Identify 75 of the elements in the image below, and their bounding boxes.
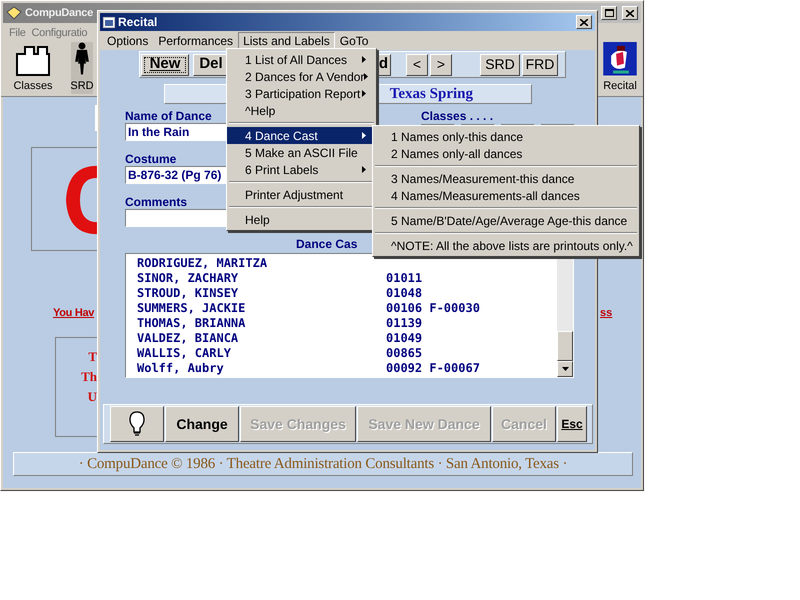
- menu-item[interactable]: 3 Names/Measurement-this dance: [373, 170, 639, 187]
- menu-item[interactable]: 5 Name/B'Date/Age/Average Age-this dance: [373, 212, 639, 229]
- close-button[interactable]: [576, 15, 592, 29]
- cast-number: 00092 F-00067: [386, 360, 480, 376]
- cast-name: SUMMERS, JACKIE: [137, 300, 246, 316]
- dancer-picture-icon: [603, 42, 637, 76]
- toolbar-button[interactable]: SRD: [480, 54, 520, 76]
- cast-name: Wolff, Aubry: [137, 360, 225, 376]
- app-icon: [6, 6, 22, 20]
- toolbar-button[interactable]: Del: [193, 54, 229, 76]
- submenu-arrow-icon: [362, 90, 366, 97]
- field-label: Comments: [125, 195, 188, 209]
- folder-icon: [16, 46, 50, 76]
- submenu-arrow-icon: [362, 132, 366, 139]
- info-text: T: [88, 349, 97, 365]
- info-text: U: [88, 389, 97, 405]
- field-label: Costume: [125, 152, 176, 166]
- footer-text: · CompuDance © 1986 · Theatre Administration Consultants · San Antonio, Texas ·: [78, 454, 568, 474]
- cast-number: 01011: [386, 270, 422, 286]
- scroll-down-icon[interactable]: [562, 367, 568, 371]
- notice-text: You Hav: [53, 306, 94, 321]
- close-icon: [580, 18, 588, 26]
- cast-name: RODRIGUEZ, MARITZA: [137, 254, 268, 272]
- cast-name: WALLIS, CARLY: [137, 344, 232, 362]
- toolbar-button[interactable]: FRD: [522, 54, 558, 76]
- toolbar-button[interactable]: SRD: [71, 42, 93, 94]
- toolbar-button[interactable]: Recital: [601, 42, 639, 94]
- menu-item[interactable]: 2 Dances for A Vendor: [227, 68, 376, 85]
- menu-item[interactable]: 3 Participation Report: [227, 85, 376, 102]
- menu-item[interactable]: 5 Make an ASCII File: [227, 144, 376, 161]
- menu-item[interactable]: ^NOTE: All the above lists are printouts only.^: [373, 237, 639, 254]
- menu-item[interactable]: 4 Names/Measurements-all dances: [373, 187, 639, 204]
- menu-item[interactable]: 1 List of All Dances: [227, 51, 376, 68]
- window-title: Recital: [118, 14, 158, 31]
- cast-name: THOMAS, BRIANNA: [137, 314, 246, 332]
- menu-item[interactable]: Performances: [153, 32, 238, 50]
- cast-number: 01139: [386, 314, 422, 332]
- close-button[interactable]: [622, 6, 638, 20]
- menu-item[interactable]: Options: [102, 32, 154, 50]
- scroll-thumb[interactable]: [557, 331, 573, 361]
- menu-item[interactable]: 1 Names only-this dance: [373, 128, 639, 145]
- toolbar-button[interactable]: New: [141, 54, 189, 76]
- classes-label: Classes . . . .: [421, 109, 494, 123]
- window-icon: [103, 16, 115, 28]
- cast-name: STROUD, KINSEY: [137, 284, 240, 302]
- action-button[interactable]: Esc: [557, 406, 587, 442]
- hint-button[interactable]: [110, 406, 164, 442]
- menu-item[interactable]: ^Help: [227, 102, 376, 119]
- cast-name: VALDEZ, BIANCA: [137, 330, 240, 346]
- cast-number: 00106 F-00030: [386, 300, 480, 316]
- cast-number: 01048: [386, 284, 422, 302]
- cast-number: 01049: [386, 330, 422, 346]
- cast-number: 00865: [386, 344, 422, 362]
- menu-item[interactable]: GoTo: [334, 32, 374, 50]
- submenu-arrow-icon: [362, 56, 366, 63]
- info-text: Th: [81, 369, 97, 385]
- action-button[interactable]: Change: [165, 406, 239, 442]
- toolbar-button[interactable]: Classes: [11, 42, 55, 94]
- submenu-arrow-icon: [362, 166, 366, 173]
- menu-item[interactable]: Printer Adjustment: [227, 186, 376, 203]
- person-icon: [73, 42, 91, 76]
- lightbulb-icon: [129, 411, 145, 437]
- toolbar-button[interactable]: <: [406, 54, 428, 76]
- menu-item[interactable]: Help: [227, 211, 376, 228]
- submenu-arrow-icon: [364, 73, 368, 80]
- field-label: Name of Dance: [125, 109, 212, 123]
- list-heading: Dance Cas: [296, 236, 358, 253]
- maximize-button[interactable]: [601, 6, 617, 20]
- menu-item[interactable]: 2 Names only-all dances: [373, 145, 639, 162]
- window-title: CompuDance: [25, 6, 93, 21]
- toolbar-button[interactable]: >: [430, 54, 452, 76]
- cast-name: SINOR, ZACHARY: [137, 270, 240, 286]
- menu-item[interactable]: 6 Print Labels: [227, 161, 376, 178]
- notice-text: ss: [600, 306, 612, 321]
- close-icon: [626, 10, 634, 16]
